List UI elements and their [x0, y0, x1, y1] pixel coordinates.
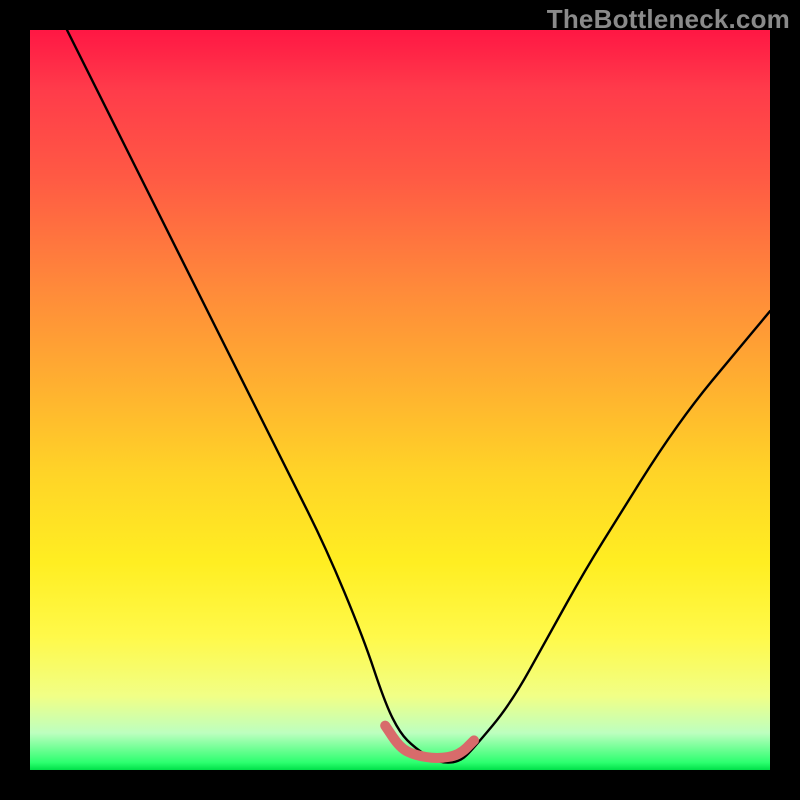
chart-svg: [30, 30, 770, 770]
watermark-text: TheBottleneck.com: [547, 4, 790, 35]
chart-frame: TheBottleneck.com: [0, 0, 800, 800]
bottleneck-curve: [67, 30, 770, 763]
